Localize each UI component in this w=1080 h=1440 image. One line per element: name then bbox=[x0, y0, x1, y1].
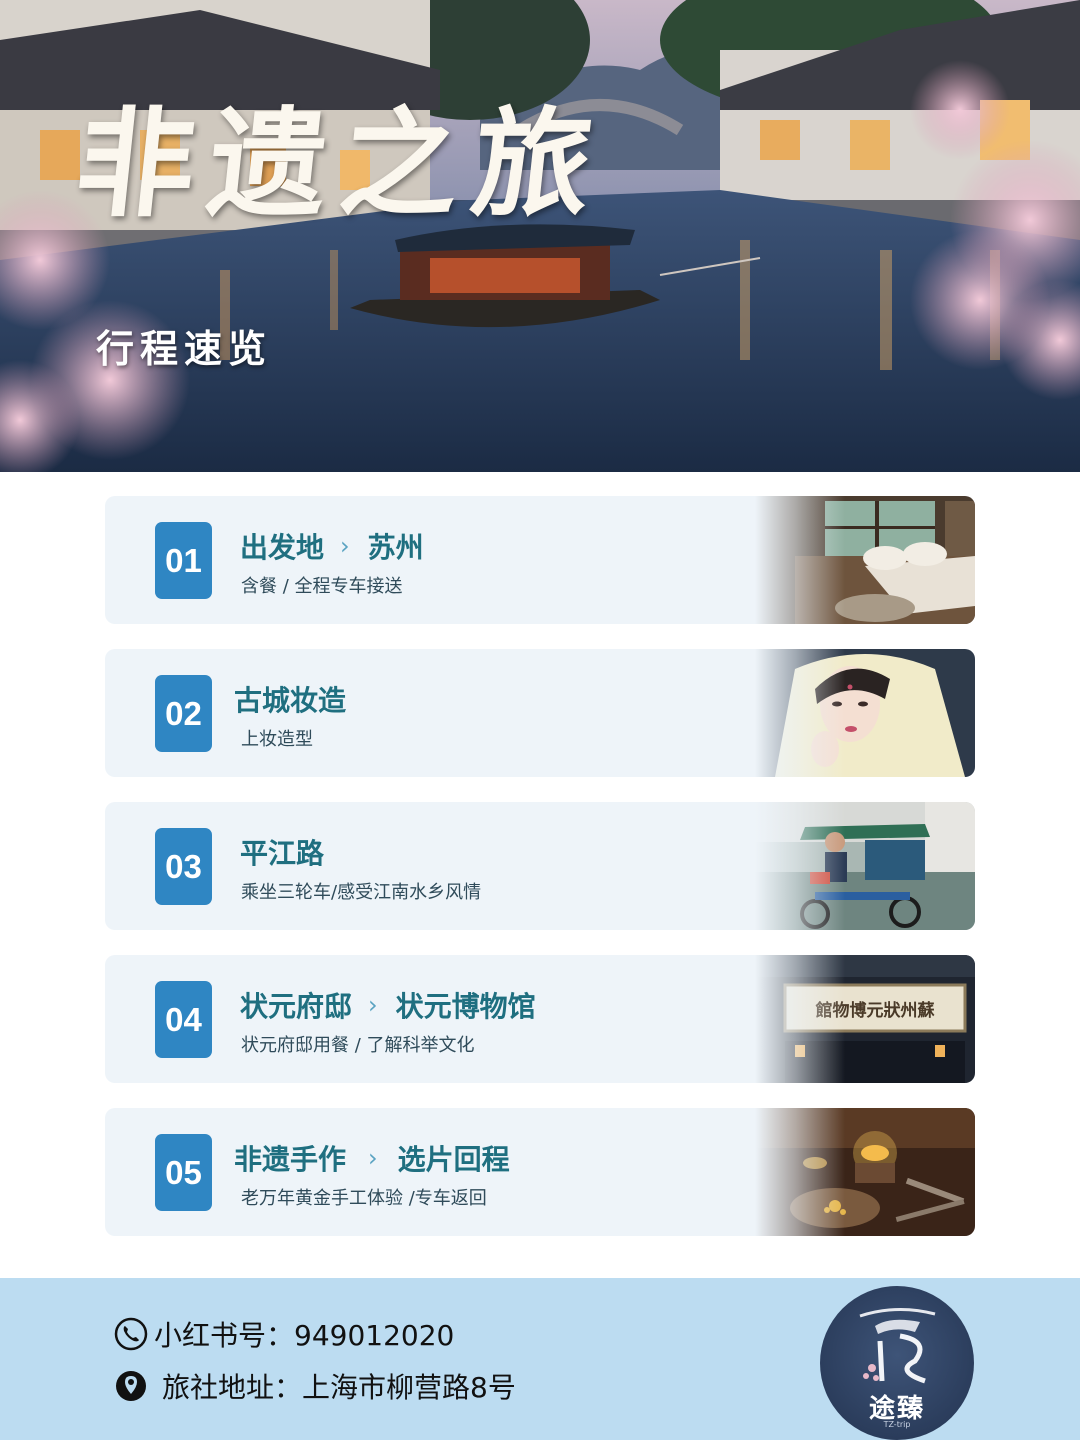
hotel-room-photo bbox=[755, 496, 975, 624]
phone-text: 小红书号：949012020 bbox=[154, 1319, 455, 1352]
hero-title: 非遗之旅 bbox=[69, 94, 613, 233]
itinerary-card[interactable]: 03 平江路 乘坐三轮车/感受江南水乡风情 bbox=[105, 802, 975, 930]
footer-contact: 小红书号：949012020 旅社地址：上海市柳营路8号 途臻 TZ-trip bbox=[0, 1278, 1080, 1440]
card-title: 古城妆造 bbox=[234, 679, 346, 719]
logo-subtext: TZ-trip bbox=[883, 1420, 911, 1429]
card-title: 状元府邸 › 状元博物馆 bbox=[240, 985, 536, 1025]
card-title-text: 非遗手作 bbox=[234, 1143, 347, 1176]
card-title: 出发地 › 苏州 bbox=[240, 526, 424, 566]
itinerary-card[interactable]: 05 非遗手作 › 选片回程 老万年黄金手工体验 /专车返回 bbox=[105, 1108, 975, 1236]
step-number-badge: 02 bbox=[155, 675, 212, 752]
brand-logo: 途臻 TZ-trip bbox=[820, 1286, 974, 1440]
card-description: 状元府邸用餐 / 了解科举文化 bbox=[241, 1035, 475, 1056]
hero-subtitle: 行程速览 bbox=[96, 327, 273, 371]
card-destination: 状元博物馆 bbox=[395, 990, 536, 1023]
hanfu-portrait-photo bbox=[755, 649, 975, 777]
card-description: 老万年黄金手工体验 /专车返回 bbox=[241, 1188, 487, 1209]
location-pin-icon bbox=[116, 1371, 146, 1401]
card-description: 含餐 / 全程专车接送 bbox=[241, 576, 403, 597]
goldsmith-workshop-photo bbox=[755, 1108, 975, 1236]
step-number-badge: 01 bbox=[155, 522, 212, 599]
card-title: 非遗手作 › 选片回程 bbox=[234, 1138, 510, 1178]
phone-row: 小红书号：949012020 bbox=[114, 1314, 454, 1354]
museum-sign-photo: 館物博元狀州蘇 bbox=[755, 955, 975, 1083]
card-title-text: 古城妆造 bbox=[234, 684, 347, 717]
card-destination: 选片回程 bbox=[397, 1143, 510, 1176]
museum-sign-text: 館物博元狀州蘇 bbox=[815, 1000, 935, 1021]
itinerary-list: 01 出发地 › 苏州 含餐 / 全程专车接送 02 古城妆造 上妆造型 03 … bbox=[105, 496, 975, 1261]
itinerary-card[interactable]: 01 出发地 › 苏州 含餐 / 全程专车接送 bbox=[105, 496, 975, 624]
tricycle-photo bbox=[755, 802, 975, 930]
itinerary-card[interactable]: 02 古城妆造 上妆造型 bbox=[105, 649, 975, 777]
step-number-badge: 05 bbox=[155, 1134, 212, 1211]
address-text: 旅社地址：上海市柳营路8号 bbox=[162, 1371, 516, 1404]
card-title-text: 出发地 bbox=[240, 531, 325, 564]
card-title-text: 平江路 bbox=[240, 837, 325, 870]
card-destination: 苏州 bbox=[367, 531, 424, 564]
card-description: 上妆造型 bbox=[241, 729, 313, 750]
phone-icon bbox=[114, 1317, 148, 1351]
chevron-right-icon: › bbox=[368, 1144, 378, 1172]
card-title-text: 状元府邸 bbox=[240, 990, 353, 1023]
hero-banner: 非遗之旅 行程速览 bbox=[0, 0, 1080, 472]
address-row: 旅社地址：上海市柳营路8号 bbox=[114, 1366, 516, 1406]
chevron-right-icon: › bbox=[340, 532, 350, 560]
chevron-right-icon: › bbox=[368, 991, 378, 1019]
card-title: 平江路 bbox=[240, 832, 324, 872]
step-number-badge: 04 bbox=[155, 981, 212, 1058]
itinerary-card[interactable]: 04 状元府邸 › 状元博物馆 状元府邸用餐 / 了解科举文化 館物博元狀州蘇 bbox=[105, 955, 975, 1083]
step-number-badge: 03 bbox=[155, 828, 212, 905]
card-description: 乘坐三轮车/感受江南水乡风情 bbox=[241, 882, 482, 903]
